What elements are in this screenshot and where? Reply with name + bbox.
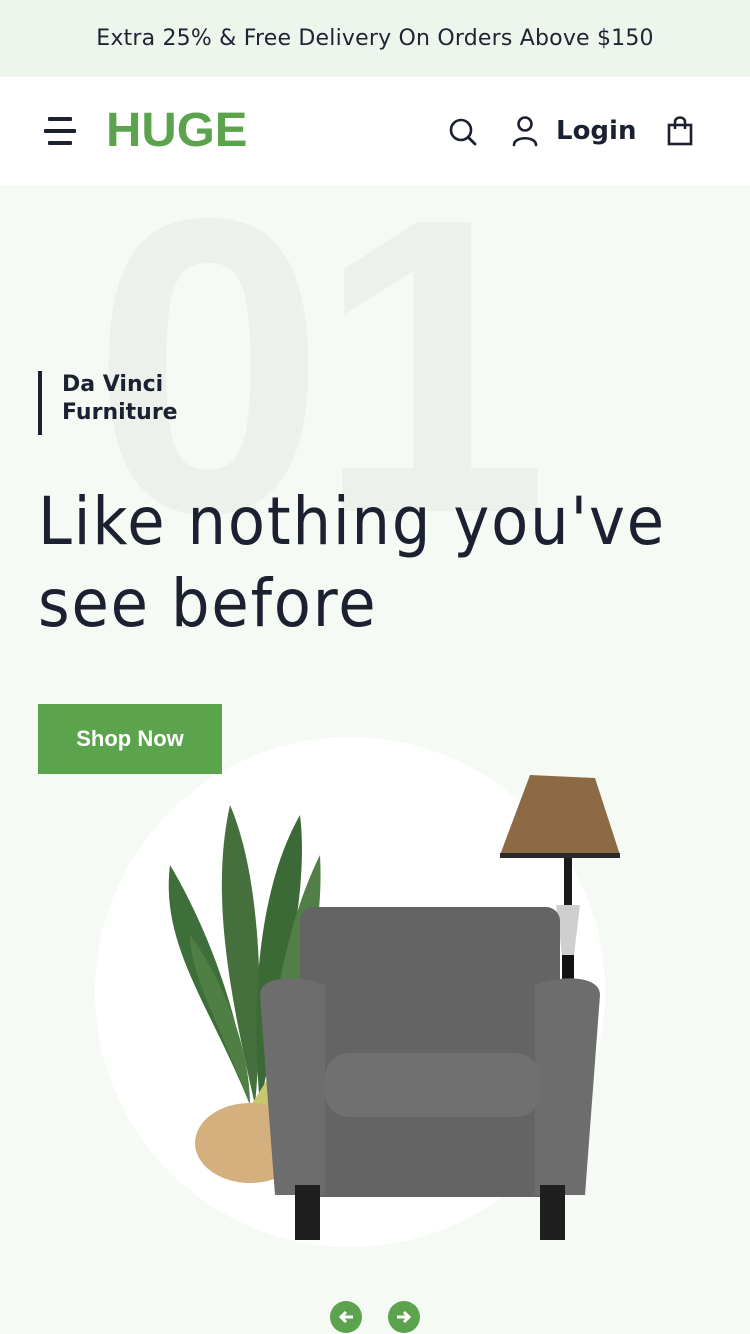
- arrow-left-icon: [338, 1310, 353, 1324]
- header: HUGE Login: [0, 77, 750, 185]
- hero-product-image: [150, 775, 630, 1255]
- shopping-bag-icon[interactable]: [666, 114, 694, 146]
- login-link[interactable]: Login: [556, 112, 636, 150]
- subtitle-line-1: Da Vinci: [62, 372, 164, 397]
- subtitle-line-2: Furniture: [62, 400, 178, 425]
- menu-icon[interactable]: [42, 113, 78, 149]
- carousel-next-button[interactable]: [388, 1301, 420, 1333]
- promo-text: Extra 25% & Free Delivery On Orders Abov…: [96, 26, 654, 51]
- logo[interactable]: HUGE: [106, 101, 247, 161]
- search-icon[interactable]: [448, 117, 478, 147]
- hero-title: Like nothing you've see before: [38, 481, 682, 645]
- title-line-1: Like nothing you've: [38, 483, 667, 560]
- promo-bar: Extra 25% & Free Delivery On Orders Abov…: [0, 0, 750, 77]
- armchair: [260, 907, 600, 1240]
- title-line-2: see before: [38, 565, 378, 642]
- carousel-prev-button[interactable]: [330, 1301, 362, 1333]
- shop-now-button[interactable]: Shop Now: [38, 704, 222, 774]
- user-icon[interactable]: [511, 115, 539, 147]
- hero-section: 01 Da Vinci Furniture Like nothing you'v…: [0, 185, 750, 1334]
- hero-subtitle: Da Vinci Furniture: [38, 371, 178, 435]
- arrow-right-icon: [397, 1310, 412, 1324]
